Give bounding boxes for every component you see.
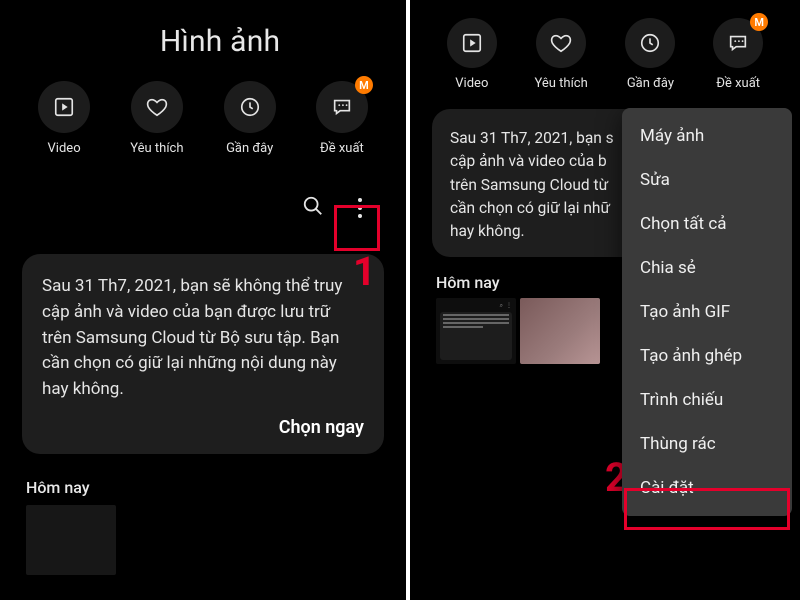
category-label: Gần đây (226, 141, 273, 156)
search-button[interactable] (302, 195, 324, 221)
chat-icon: M (713, 18, 763, 68)
clock-icon (224, 81, 276, 133)
clock-icon (625, 18, 675, 68)
video-play-icon (447, 18, 497, 68)
action-row (0, 160, 406, 240)
more-options-button[interactable] (340, 188, 380, 228)
video-play-icon (38, 81, 90, 133)
category-label: Video (455, 76, 488, 91)
category-recent[interactable]: Gần đây (224, 81, 276, 156)
menu-item-slideshow[interactable]: Trình chiếu (622, 378, 792, 422)
thumbnail-item[interactable] (26, 505, 116, 575)
category-label: Gần đây (627, 76, 674, 91)
category-suggest[interactable]: M Đề xuất (713, 18, 763, 91)
thumbnail-row (0, 497, 406, 575)
screenshot-step-2: Video Yêu thích Gần đây M Đề xuất Sau 31… (410, 0, 800, 600)
menu-item-create-gif[interactable]: Tạo ảnh GIF (622, 290, 792, 334)
annotation-step-number: 1 (353, 248, 376, 295)
more-options-menu: Máy ảnh Sửa Chọn tất cả Chia sẻ Tạo ảnh … (622, 108, 792, 516)
new-badge: M (750, 13, 768, 31)
category-video[interactable]: Video (38, 81, 90, 156)
section-header-today: Hôm nay (0, 454, 406, 497)
category-icons-row: Video Yêu thích Gần đây M Đề xuất (0, 71, 406, 160)
category-label: Đề xuất (716, 76, 760, 91)
menu-item-trash[interactable]: Thùng rác (622, 422, 792, 466)
menu-item-edit[interactable]: Sửa (622, 158, 792, 202)
category-recent[interactable]: Gần đây (625, 18, 675, 91)
category-label: Đề xuất (320, 141, 364, 156)
category-favorite[interactable]: Yêu thích (535, 18, 588, 91)
new-badge: M (355, 76, 373, 94)
category-label: Yêu thích (130, 141, 183, 156)
more-vertical-icon (358, 198, 362, 218)
menu-item-create-collage[interactable]: Tạo ảnh ghép (622, 334, 792, 378)
category-suggest[interactable]: M Đề xuất (316, 81, 368, 156)
notice-text: Sau 31 Th7, 2021, bạn sẽ không thể truy … (42, 274, 364, 403)
thumbnail-item[interactable]: ⌕⋮ (436, 298, 516, 364)
menu-item-share[interactable]: Chia sẻ (622, 246, 792, 290)
menu-item-select-all[interactable]: Chọn tất cả (622, 202, 792, 246)
category-label: Yêu thích (535, 76, 588, 91)
category-favorite[interactable]: Yêu thích (130, 81, 183, 156)
page-title: Hình ảnh (0, 0, 406, 71)
screenshot-step-1: Hình ảnh Video Yêu thích Gần đây M Đề (0, 0, 410, 600)
heart-icon (131, 81, 183, 133)
menu-item-settings[interactable]: Cài đặt (622, 466, 792, 510)
category-label: Video (48, 141, 81, 156)
cloud-notice-card: Sau 31 Th7, 2021, bạn sẽ không thể truy … (22, 254, 384, 454)
chat-icon: M (316, 81, 368, 133)
menu-item-camera[interactable]: Máy ảnh (622, 114, 792, 158)
category-icons-row: Video Yêu thích Gần đây M Đề xuất (410, 0, 800, 95)
heart-icon (536, 18, 586, 68)
category-video[interactable]: Video (447, 18, 497, 91)
thumbnail-item[interactable] (520, 298, 600, 364)
notice-cta-button[interactable]: Chọn ngay (42, 417, 364, 438)
